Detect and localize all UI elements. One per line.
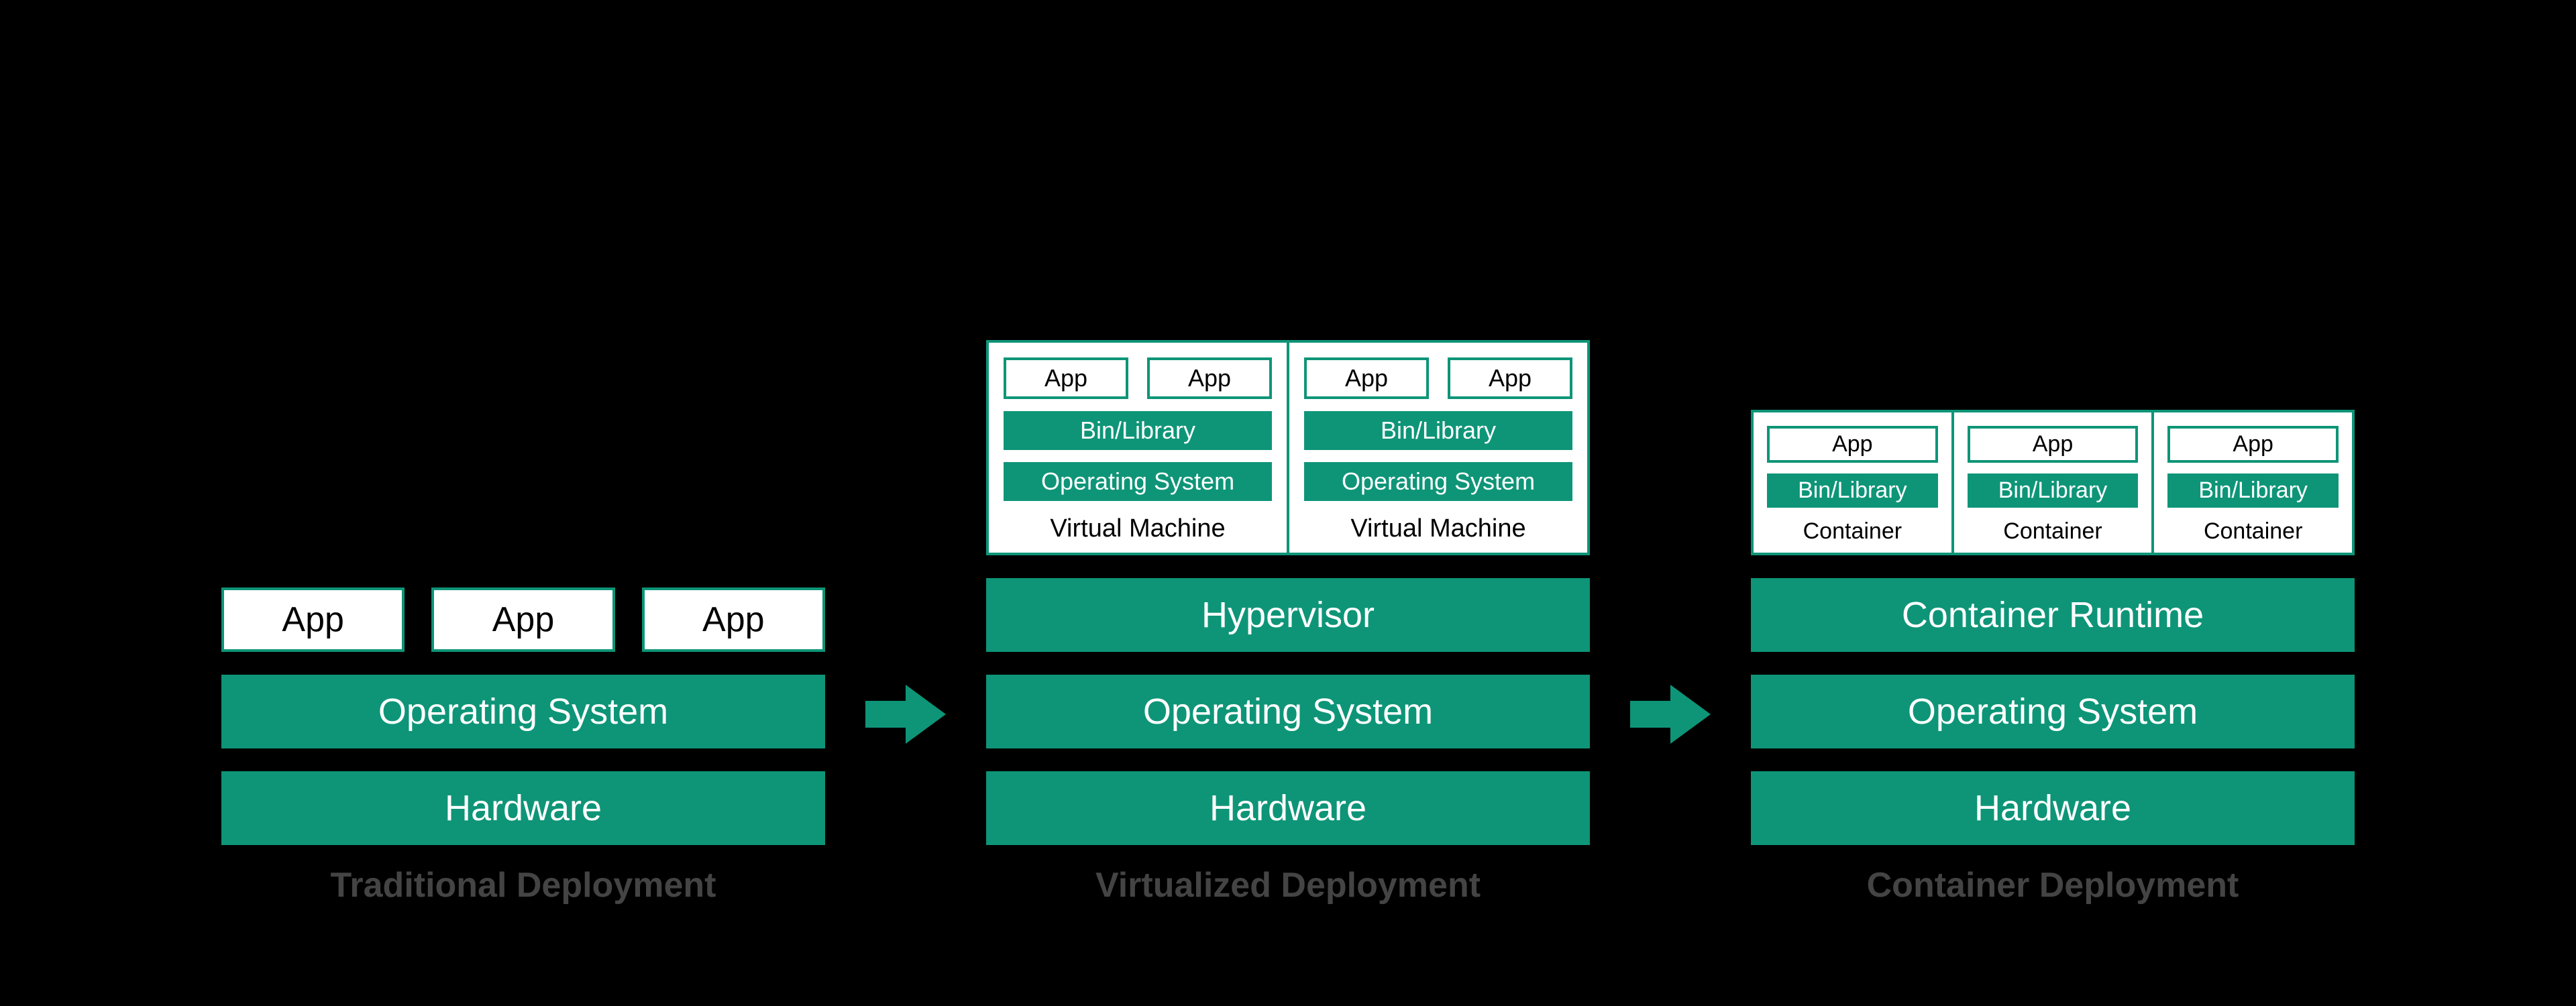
arrow-icon bbox=[1630, 677, 1711, 751]
vm-label: Virtual Machine bbox=[1350, 513, 1525, 546]
app-box: App bbox=[431, 588, 614, 652]
container-box: App Bin/Library Container bbox=[1754, 412, 1951, 553]
app-box: App bbox=[1448, 357, 1572, 399]
arrow-icon bbox=[865, 677, 946, 751]
caption-row: Traditional Deployment Virtualized Deplo… bbox=[0, 845, 2576, 905]
diagram-stage: App App App Operating System Hardware Ap… bbox=[0, 0, 2576, 845]
binlib-layer: Bin/Library bbox=[1968, 473, 2139, 508]
hypervisor-layer: Hypervisor bbox=[986, 578, 1590, 652]
hardware-layer: Hardware bbox=[221, 771, 825, 845]
caption-traditional: Traditional Deployment bbox=[221, 865, 825, 905]
caption-container: Container Deployment bbox=[1751, 865, 2355, 905]
app-box: App bbox=[1304, 357, 1429, 399]
os-layer: Operating System bbox=[221, 675, 825, 748]
caption-virtualized: Virtualized Deployment bbox=[986, 865, 1590, 905]
container-label: Container bbox=[2003, 518, 2102, 547]
vm-app-row: App App bbox=[1004, 357, 1272, 399]
container-label: Container bbox=[2204, 518, 2302, 547]
container-box: App Bin/Library Container bbox=[1951, 412, 2152, 553]
os-layer: Operating System bbox=[986, 675, 1590, 748]
hardware-layer: Hardware bbox=[1751, 771, 2355, 845]
container-row: App Bin/Library Container App Bin/Librar… bbox=[1751, 410, 2355, 555]
caption-spacer bbox=[865, 865, 946, 905]
column-container: App Bin/Library Container App Bin/Librar… bbox=[1751, 410, 2355, 845]
app-box: App bbox=[1147, 357, 1272, 399]
container-runtime-layer: Container Runtime bbox=[1751, 578, 2355, 652]
binlib-layer: Bin/Library bbox=[1004, 411, 1272, 450]
vm-label: Virtual Machine bbox=[1050, 513, 1225, 546]
hardware-layer: Hardware bbox=[986, 771, 1590, 845]
app-box: App bbox=[221, 588, 405, 652]
binlib-layer: Bin/Library bbox=[2167, 473, 2339, 508]
vm-row: App App Bin/Library Operating System Vir… bbox=[986, 340, 1590, 555]
binlib-layer: Bin/Library bbox=[1767, 473, 1938, 508]
os-layer: Operating System bbox=[1004, 462, 1272, 501]
vm-app-row: App App bbox=[1304, 357, 1572, 399]
binlib-layer: Bin/Library bbox=[1304, 411, 1572, 450]
virtual-machine: App App Bin/Library Operating System Vir… bbox=[1287, 343, 1587, 553]
virtual-machine: App App Bin/Library Operating System Vir… bbox=[989, 343, 1287, 553]
caption-spacer bbox=[1630, 865, 1711, 905]
column-traditional: App App App Operating System Hardware bbox=[221, 588, 825, 845]
app-box: App bbox=[642, 588, 825, 652]
container-box: App Bin/Library Container bbox=[2151, 412, 2352, 553]
app-box: App bbox=[2167, 426, 2339, 463]
column-virtualized: App App Bin/Library Operating System Vir… bbox=[986, 340, 1590, 845]
app-box: App bbox=[1968, 426, 2139, 463]
app-box: App bbox=[1004, 357, 1128, 399]
container-label: Container bbox=[1803, 518, 1902, 547]
traditional-app-row: App App App bbox=[221, 588, 825, 652]
os-layer: Operating System bbox=[1751, 675, 2355, 748]
os-layer: Operating System bbox=[1304, 462, 1572, 501]
app-box: App bbox=[1767, 426, 1938, 463]
